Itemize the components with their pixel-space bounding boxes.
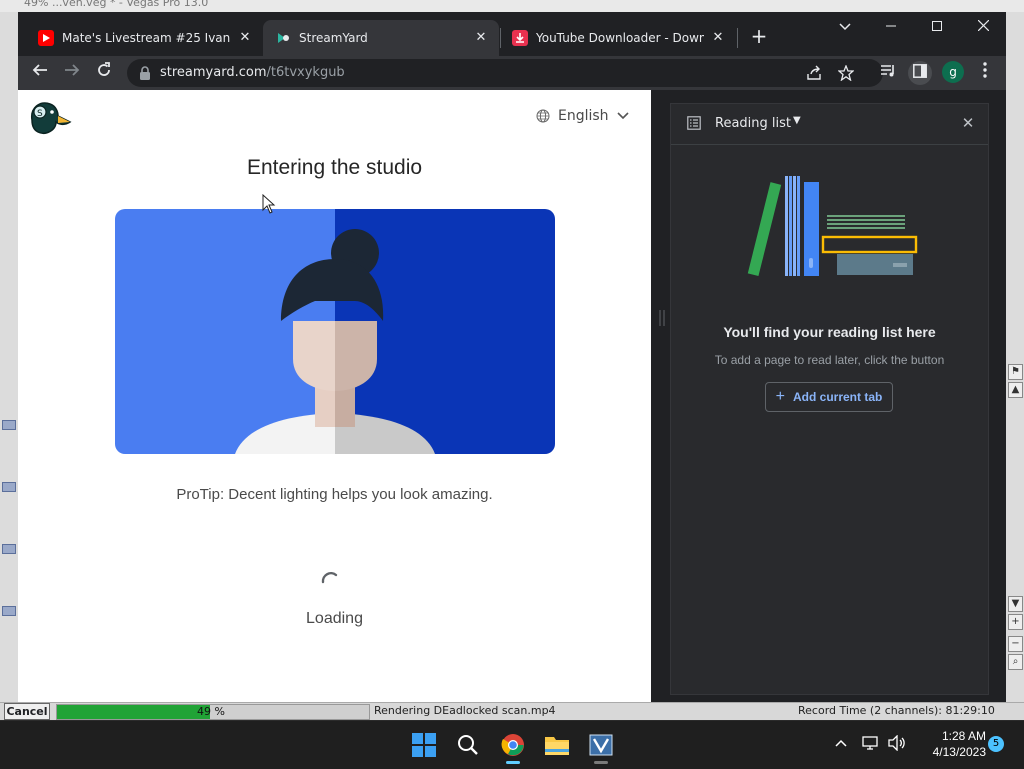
- books-illustration: [747, 176, 918, 277]
- close-window-icon[interactable]: [963, 16, 1003, 40]
- panel-title[interactable]: Reading list: [715, 116, 791, 131]
- add-current-tab-label: Add current tab: [793, 390, 883, 404]
- address-bar[interactable]: streamyard.com/t6tvxykgub: [127, 59, 883, 87]
- loading-text: Loading: [306, 610, 363, 627]
- clock-date: 4/13/2023: [932, 745, 986, 759]
- cancel-render-button[interactable]: Cancel: [4, 703, 50, 720]
- language-selector[interactable]: English: [536, 108, 629, 124]
- file-explorer-icon[interactable]: [541, 729, 573, 761]
- chevron-down-icon: [616, 112, 629, 120]
- youtube-icon: [38, 30, 54, 46]
- tab-youtube-livestream[interactable]: Mate's Livestream #25 Ivan And ✕: [26, 20, 263, 56]
- tab-title: StreamYard: [299, 31, 368, 45]
- reading-list-panel: Reading list ▼ ✕ You'll find your readin…: [670, 103, 989, 695]
- new-tab-button[interactable]: +: [749, 26, 769, 46]
- resize-handle[interactable]: [659, 310, 665, 326]
- magnifier-icon[interactable]: ⌕: [1008, 654, 1023, 670]
- panel-header: Reading list ▼ ✕: [671, 104, 988, 145]
- render-progress-bar: 49 %: [56, 704, 370, 720]
- notification-badge[interactable]: 5: [988, 736, 1004, 752]
- render-progress-text: 49 %: [197, 705, 225, 718]
- start-windows-icon[interactable]: [408, 729, 440, 761]
- search-icon[interactable]: [452, 729, 484, 761]
- reload-icon[interactable]: [92, 61, 116, 85]
- mouse-cursor-icon: [262, 194, 276, 214]
- studio-illustration: [115, 209, 555, 454]
- page-title: Entering the studio: [246, 156, 423, 179]
- render-progress-fill: [57, 705, 210, 719]
- close-tab-icon[interactable]: ✕: [471, 28, 491, 48]
- lock-icon[interactable]: [139, 66, 151, 80]
- volume-icon[interactable]: [888, 734, 906, 753]
- add-current-tab-button[interactable]: + Add current tab: [765, 382, 893, 412]
- profile-avatar[interactable]: g: [942, 61, 964, 83]
- reading-list-icon: [687, 116, 701, 130]
- back-icon[interactable]: [28, 61, 52, 85]
- marker-icon[interactable]: ⚑: [1008, 364, 1023, 380]
- scroll-down-icon[interactable]: ▼: [1008, 596, 1023, 612]
- running-indicator: [594, 761, 608, 764]
- track-marker: [2, 606, 16, 616]
- download-icon: [512, 30, 528, 46]
- vegas-left-strip: [0, 12, 19, 702]
- empty-state-subtitle: To add a page to read later, click the b…: [714, 353, 945, 367]
- system-clock[interactable]: 1:28 AM 4/13/2023: [916, 728, 986, 760]
- render-status-text: Rendering DEadlocked scan.mp4: [374, 704, 556, 717]
- streamyard-icon: [275, 30, 291, 46]
- loading-spinner-icon: [321, 572, 338, 584]
- media-control-icon[interactable]: [876, 61, 900, 85]
- language-label: English: [558, 108, 609, 124]
- close-panel-icon[interactable]: ✕: [959, 113, 977, 133]
- menu-kebab-icon[interactable]: [973, 61, 997, 85]
- show-hidden-icons-icon[interactable]: [832, 735, 850, 753]
- track-marker: [2, 544, 16, 554]
- panel-dropdown-icon[interactable]: ▼: [793, 115, 801, 126]
- streamyard-logo[interactable]: S: [28, 98, 72, 138]
- globe-icon: [536, 109, 550, 123]
- tab-youtube-downloader[interactable]: YouTube Downloader - Downloa ✕: [500, 20, 736, 56]
- tab-title: Mate's Livestream #25 Ivan And: [62, 31, 231, 45]
- protip-text: ProTip: Decent lighting helps you look a…: [176, 486, 493, 503]
- zoom-out-icon[interactable]: −: [1008, 636, 1023, 652]
- svg-text:S: S: [37, 109, 43, 119]
- taskbar: 1:28 AM 4/13/2023 5: [0, 720, 1024, 769]
- bookmark-star-icon[interactable]: [837, 64, 855, 83]
- vegas-pro-taskbar-icon[interactable]: [585, 729, 617, 764]
- plus-icon: +: [775, 388, 785, 405]
- minimize-icon[interactable]: [871, 16, 911, 40]
- close-tab-icon[interactable]: ✕: [235, 28, 255, 48]
- tab-title: YouTube Downloader - Downloa: [536, 31, 704, 45]
- browser-toolbar: streamyard.com/t6tvxykgub g: [18, 56, 1006, 90]
- tab-search-icon[interactable]: [825, 16, 865, 40]
- track-marker: [2, 482, 16, 492]
- maximize-icon[interactable]: [917, 16, 957, 40]
- url-text: streamyard.com/t6tvxykgub: [160, 65, 345, 80]
- clock-time: 1:28 AM: [941, 729, 986, 743]
- forward-icon[interactable]: [60, 61, 84, 85]
- empty-state-title: You'll find your reading list here: [723, 324, 936, 340]
- zoom-in-icon[interactable]: +: [1008, 614, 1023, 630]
- web-page: S English Entering the studio ProTip: De…: [18, 90, 651, 702]
- tab-strip: Mate's Livestream #25 Ivan And ✕ StreamY…: [18, 12, 1006, 56]
- tab-streamyard[interactable]: StreamYard ✕: [263, 20, 499, 56]
- url-path: /t6tvxykgub: [266, 65, 345, 80]
- close-tab-icon[interactable]: ✕: [708, 28, 728, 48]
- chrome-taskbar-icon[interactable]: [497, 729, 529, 764]
- network-icon[interactable]: [862, 735, 880, 753]
- tab-divider: [737, 28, 738, 48]
- share-icon[interactable]: [805, 65, 823, 83]
- side-panel-icon[interactable]: [908, 61, 932, 85]
- url-host: streamyard.com: [160, 65, 267, 80]
- vegas-title-bar: 49% ...ven.veg * - Vegas Pro 13.0: [0, 0, 1024, 12]
- vegas-title-text: 49% ...ven.veg * - Vegas Pro 13.0: [24, 0, 209, 9]
- browser-window: Mate's Livestream #25 Ivan And ✕ StreamY…: [18, 12, 1006, 702]
- record-time-text: Record Time (2 channels): 81:29:10: [798, 704, 995, 717]
- scroll-up-icon[interactable]: ▲: [1008, 382, 1023, 398]
- vegas-right-strip: ⚑ ▲ ▼ + − ⌕: [1006, 12, 1024, 702]
- track-marker: [2, 420, 16, 430]
- active-indicator: [506, 761, 520, 764]
